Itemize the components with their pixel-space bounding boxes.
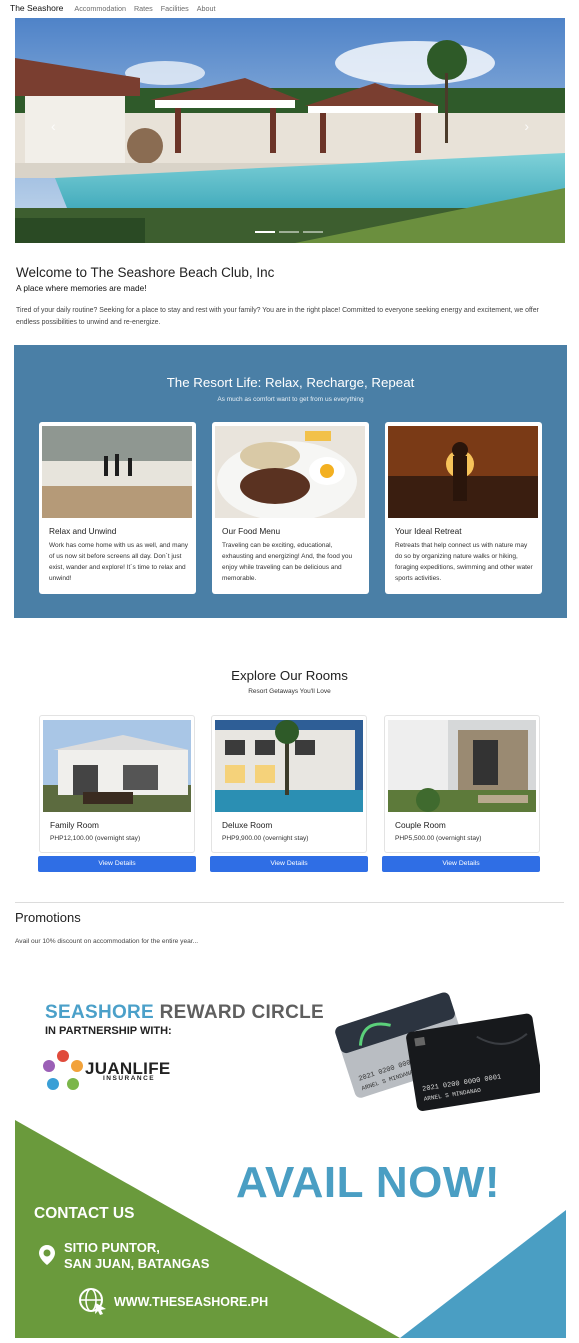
address-line2: SAN JUAN, BATANGAS bbox=[64, 1256, 210, 1271]
website-link[interactable]: WWW.THESEASHORE.PH bbox=[114, 1295, 268, 1309]
family-room-image bbox=[43, 720, 191, 812]
resort-card-food: Our Food Menu Traveling can be exciting,… bbox=[212, 422, 369, 594]
resort-life-section: The Resort Life: Relax, Recharge, Repeat… bbox=[14, 345, 567, 618]
rooms-subtitle: Resort Getaways You'll Love bbox=[248, 688, 331, 695]
rooms-title: Explore Our Rooms bbox=[231, 668, 348, 683]
promotions-text: Avail our 10% discount on accommodation … bbox=[15, 938, 199, 945]
room-card-family: Family Room PHP12,100.00 (overnight stay… bbox=[39, 715, 195, 853]
view-details-button-family[interactable]: View Details bbox=[38, 856, 196, 872]
view-details-button-couple[interactable]: View Details bbox=[382, 856, 540, 872]
avail-now-heading: AVAIL NOW! bbox=[236, 1158, 501, 1207]
resort-card-title: Our Food Menu bbox=[222, 526, 281, 536]
reward-circle-banner[interactable]: SEASHORE REWARD CIRCLE IN PARTNERSHIP WI… bbox=[15, 960, 566, 1338]
resort-card-text: Traveling can be exciting, educational, … bbox=[222, 542, 353, 582]
top-navbar: The Seashore Accommodation Rates Facilit… bbox=[0, 0, 579, 16]
nav-link-about[interactable]: About bbox=[197, 4, 216, 13]
resort-title: The Resort Life: Relax, Recharge, Repeat bbox=[166, 375, 415, 390]
carousel-prev-icon[interactable]: ‹ bbox=[51, 118, 56, 134]
address-line1: SITIO PUNTOR, bbox=[64, 1240, 160, 1255]
welcome-body: Tired of your daily routine? Seeking for… bbox=[16, 307, 539, 326]
resort-card-title: Your Ideal Retreat bbox=[395, 526, 462, 536]
room-card-couple: Couple Room PHP5,500.00 (overnight stay) bbox=[384, 715, 540, 853]
room-name: Family Room bbox=[50, 820, 99, 830]
room-price: PHP5,500.00 (overnight stay) bbox=[395, 835, 482, 842]
section-divider bbox=[15, 902, 564, 903]
room-price: PHP9,900.00 (overnight stay) bbox=[222, 835, 309, 842]
nav-link-rates[interactable]: Rates bbox=[134, 4, 153, 13]
deluxe-room-image bbox=[215, 720, 363, 812]
resort-card-text: Work has come home with us as well, and … bbox=[49, 542, 188, 582]
resort-card-text: Retreats that help connect us with natur… bbox=[395, 542, 533, 582]
resort-card-relax: Relax and Unwind Work has come home with… bbox=[39, 422, 196, 594]
beach-image bbox=[42, 426, 192, 518]
carousel-next-icon[interactable]: › bbox=[524, 118, 529, 134]
hero-pool-image bbox=[15, 18, 565, 243]
brand-link[interactable]: The Seashore bbox=[10, 3, 63, 13]
carousel-indicator[interactable] bbox=[279, 231, 299, 233]
resort-subtitle: As much as comfort want to get from us e… bbox=[217, 396, 364, 403]
nav-link-facilities[interactable]: Facilities bbox=[161, 4, 189, 13]
welcome-subtitle: A place where memories are made! bbox=[16, 283, 147, 293]
globe-cursor-icon bbox=[79, 1288, 106, 1315]
location-pin-icon bbox=[39, 1245, 55, 1265]
couple-room-image bbox=[388, 720, 536, 812]
juanlife-logo-icon bbox=[43, 1050, 83, 1090]
welcome-title: Welcome to The Seashore Beach Club, Inc bbox=[16, 265, 275, 280]
carousel-indicators bbox=[255, 231, 323, 233]
promotions-title: Promotions bbox=[15, 910, 81, 925]
carousel-indicator[interactable] bbox=[255, 231, 275, 233]
hero-carousel: ‹ › bbox=[15, 18, 565, 243]
resort-card-title: Relax and Unwind bbox=[49, 526, 117, 536]
view-details-button-deluxe[interactable]: View Details bbox=[210, 856, 368, 872]
resort-card-retreat: Your Ideal Retreat Retreats that help co… bbox=[385, 422, 542, 594]
banner-title: SEASHORE REWARD CIRCLE bbox=[45, 1002, 324, 1023]
room-name: Deluxe Room bbox=[222, 820, 273, 830]
reward-cards: 2021 0200 0000 0001 ARNEL S MINDANAO 202… bbox=[330, 978, 544, 1118]
carousel-indicator[interactable] bbox=[303, 231, 323, 233]
room-name: Couple Room bbox=[395, 820, 446, 830]
nav-link-accommodation[interactable]: Accommodation bbox=[74, 4, 126, 13]
food-image bbox=[215, 426, 365, 518]
sunset-swim-image bbox=[388, 426, 538, 518]
room-card-deluxe: Deluxe Room PHP9,900.00 (overnight stay) bbox=[211, 715, 367, 853]
contact-us-heading: CONTACT US bbox=[34, 1205, 135, 1222]
partner-sub: INSURANCE bbox=[103, 1075, 156, 1082]
banner-partner-line: IN PARTNERSHIP WITH: bbox=[45, 1025, 172, 1037]
room-price: PHP12,100.00 (overnight stay) bbox=[50, 835, 141, 842]
